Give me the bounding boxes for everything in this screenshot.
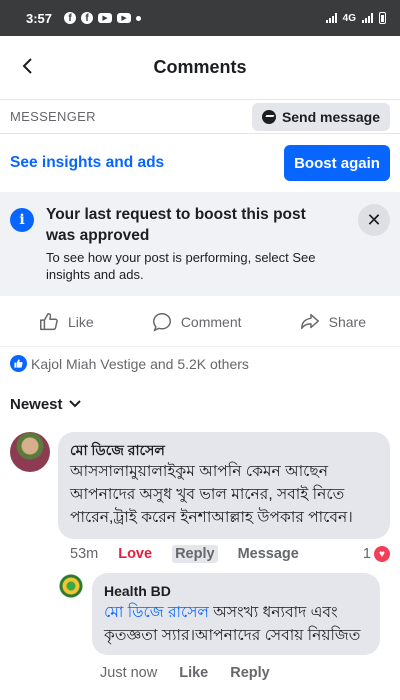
reaction-count-value: 1 [362, 546, 371, 562]
reactions-text: Kajol Miah Vestige and 5.2K others [31, 355, 249, 372]
status-time: 3:57 [26, 10, 53, 26]
comment-meta: 53m Love Reply Message 1 ♥ [58, 539, 390, 563]
boost-approved-notice: i Your last request to boost this post w… [0, 192, 400, 296]
reply-bubble[interactable]: Health BD মো ডিজে রাসেল অসংখ্য ধন্যবাদ এ… [92, 573, 380, 655]
comment-time: 53m [70, 546, 99, 562]
header: Comments [0, 36, 400, 100]
facebook-notification-icon: f [81, 12, 94, 24]
comment-item: মো ডিজে রাসেল আসসালামুয়ালাইকুম আপনি কেম… [0, 432, 400, 563]
boost-again-button[interactable]: Boost again [284, 145, 390, 181]
signal-icon [362, 13, 373, 23]
comment-content: মো ডিজে রাসেল আসসালামুয়ালাইকুম আপনি কেম… [58, 432, 390, 563]
heart-icon: ♥ [374, 546, 390, 562]
comment-bubble[interactable]: মো ডিজে রাসেল আসসালামুয়ালাইকুম আপনি কেম… [58, 432, 390, 539]
reply-button[interactable]: Reply [172, 545, 218, 563]
share-icon [300, 313, 319, 330]
page-title: Comments [153, 57, 247, 77]
comment-text: আসসালামুয়ালাইকুম আপনি কেমন আছেন আপনাদের… [70, 463, 353, 526]
messenger-label: MESSENGER [10, 109, 96, 124]
close-icon[interactable]: ✕ [358, 204, 390, 236]
message-button[interactable]: Message [238, 546, 299, 562]
notice-body: Your last request to boost this post was… [46, 204, 336, 296]
system-indicators: 4G [325, 12, 386, 24]
like-reaction-icon [10, 355, 27, 372]
reply-like-button[interactable]: Like [179, 665, 208, 681]
chevron-down-icon [68, 400, 81, 408]
reaction-count[interactable]: 1 ♥ [363, 546, 390, 562]
reactions-summary[interactable]: Kajol Miah Vestige and 5.2K others [0, 346, 400, 380]
info-icon: i [10, 208, 34, 232]
network-type: 4G [342, 12, 356, 24]
reply-time: Just now [100, 665, 158, 681]
share-label: Share [328, 314, 366, 330]
reply-reply-button[interactable]: Reply [230, 665, 270, 681]
see-insights-link[interactable]: See insights and ads [10, 154, 164, 172]
notification-icons: f f ▶ ▶ [64, 12, 142, 24]
send-message-label: Send message [281, 108, 380, 125]
facebook-notification-icon: f [64, 12, 77, 24]
comment-icon [152, 313, 171, 332]
battery-icon [379, 12, 386, 24]
like-icon [40, 313, 58, 331]
avatar[interactable] [58, 573, 84, 599]
youtube-notification-icon: ▶ [98, 13, 113, 23]
comment-author[interactable]: মো ডিজে রাসেল [70, 440, 378, 460]
like-button[interactable]: Like [38, 311, 94, 333]
send-message-button[interactable]: Send message [251, 102, 390, 131]
signal-icon [325, 13, 337, 23]
reply-item: Health BD মো ডিজে রাসেল অসংখ্য ধন্যবাদ এ… [0, 573, 400, 655]
comment-label: Comment [180, 314, 242, 330]
reply-meta: Just now Like Reply [0, 655, 400, 681]
messenger-row: MESSENGER Send message [0, 100, 400, 134]
love-reaction-button[interactable]: Love [118, 546, 152, 562]
comment-button[interactable]: Comment [151, 311, 242, 333]
messenger-icon [261, 109, 276, 124]
avatar[interactable] [10, 432, 50, 472]
sort-label: Newest [10, 395, 63, 413]
reply-text: মো ডিজে রাসেল অসংখ্য ধন্যবাদ এবং কৃতজ্ঞত… [104, 601, 368, 647]
post-actions: Like Comment Share [0, 298, 400, 346]
share-button[interactable]: Share [299, 311, 366, 333]
like-label: Like [68, 314, 94, 330]
youtube-notification-icon: ▶ [117, 13, 132, 23]
notice-text: To see how your post is performing, sele… [46, 250, 316, 282]
sort-dropdown[interactable]: Newest [0, 380, 400, 428]
boost-row: See insights and ads Boost again [0, 134, 400, 192]
notice-title: Your last request to boost this post was… [46, 206, 306, 244]
more-notifications-icon [136, 15, 142, 21]
reply-author[interactable]: Health BD [104, 581, 368, 601]
status-bar: 3:57 f f ▶ ▶ 4G [0, 0, 400, 36]
back-arrow-icon[interactable] [16, 54, 40, 78]
mention-link[interactable]: মো ডিজে রাসেল [104, 604, 209, 621]
